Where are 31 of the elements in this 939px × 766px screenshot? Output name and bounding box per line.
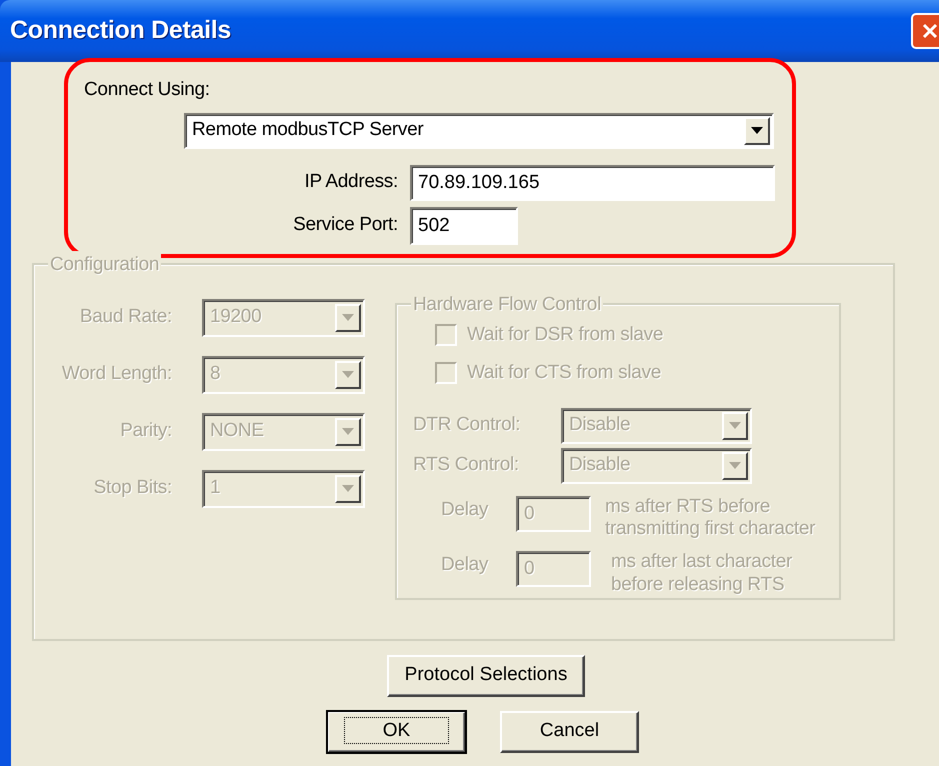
checkbox-label: Wait for CTS from slave: [467, 361, 662, 385]
setting-label: Baud Rate:: [78, 305, 172, 330]
dropdown-arrow-icon: [342, 428, 354, 435]
window-title: Connection Details: [10, 15, 232, 46]
control-label: RTS Control:: [413, 453, 520, 478]
dropdown-arrow-icon: [729, 422, 741, 429]
delay-note: ms after last character before releasing RTS: [611, 551, 792, 597]
input-field[interactable]: 70.89.109.165: [410, 164, 775, 200]
dropdown-arrow-icon: [342, 314, 354, 321]
setting-label: Word Length:: [60, 362, 172, 386]
field-label: IP Address:: [303, 170, 398, 194]
dropdown[interactable]: Remote modbusTCP Server: [184, 112, 774, 148]
dropdown-arrow-icon: [729, 462, 741, 469]
dialog-button[interactable]: Protocol Selections: [387, 654, 585, 696]
dialog-button[interactable]: OK: [327, 710, 466, 752]
dropdown-arrow-icon: [751, 127, 763, 134]
delay-note: ms after RTS before transmitting first character: [605, 496, 816, 542]
delay-label: Delay: [441, 498, 490, 522]
delay-label: Delay: [441, 553, 490, 578]
close-button[interactable]: [911, 13, 939, 49]
input-field[interactable]: 502: [410, 206, 518, 244]
control-label: DTR Control:: [413, 413, 522, 438]
field-label: Service Port:: [292, 213, 398, 238]
dropdown-arrow-icon: [342, 371, 354, 378]
checkbox-label: Wait for DSR from slave: [467, 322, 664, 346]
close-icon: [921, 22, 939, 40]
dialog-button[interactable]: Cancel: [500, 710, 639, 752]
dropdown-arrow-icon: [342, 485, 354, 492]
connect-using-label: Connect Using:: [84, 78, 211, 102]
setting-label: Stop Bits:: [92, 476, 172, 500]
setting-label: Parity:: [119, 419, 172, 444]
